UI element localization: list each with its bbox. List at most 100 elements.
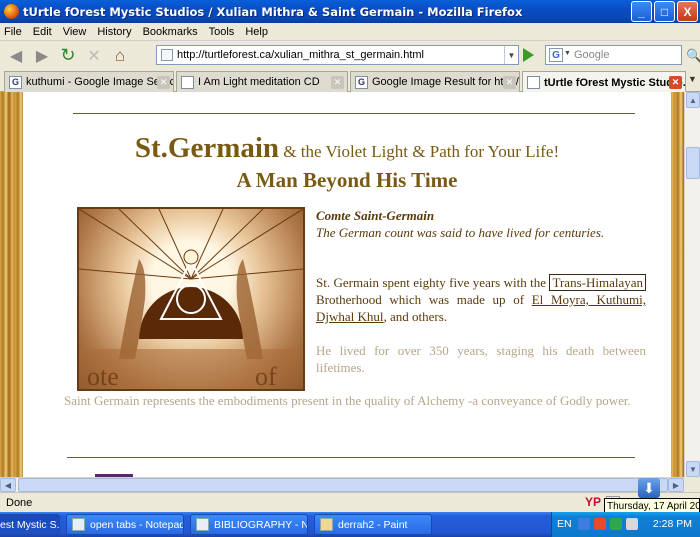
search-engine-dropdown-icon[interactable]: ▼ [564,50,571,57]
search-input[interactable]: G ▼ Google [545,45,682,65]
horizontal-scroll-thumb[interactable] [18,478,668,492]
notepad-icon [72,518,85,531]
menu-view[interactable]: View [63,26,87,38]
tab-label: tUrtle fOrest Mystic Studio... [544,76,686,89]
vertical-scrollbar[interactable]: ▲ ▼ [684,92,700,477]
system-tray: EN 2:28 PM [551,512,700,537]
yp-addon-icon[interactable]: YP [585,495,601,509]
menu-file[interactable]: File [4,26,22,38]
tab-google-image-result[interactable]: G Google Image Result for http:/... ✕ [350,71,520,92]
tab-close-icon[interactable]: ✕ [331,76,344,89]
tab-bar: G kuthumi - Google Image Search ✕ I Am L… [0,70,700,93]
tray-app-icon[interactable] [578,518,590,530]
tab-kuthumi[interactable]: G kuthumi - Google Image Search ✕ [4,71,174,92]
stop-icon[interactable]: ✕ [82,44,106,68]
tab-turtle-forest[interactable]: tUrtle fOrest Mystic Studio... ✕ [522,71,686,93]
tab-close-icon[interactable]: ✕ [157,76,170,89]
brotherhood-text-3: , and others. [383,309,448,324]
page-subheading: A Man Beyond His Time [236,168,458,192]
svg-text:ote: ote [87,362,119,389]
comte-title: Comte Saint-Germain [316,208,435,223]
notepad-icon [196,518,209,531]
comte-paragraph: The German count was said to have lived … [316,225,605,240]
horizontal-scrollbar[interactable]: ◀ ▶ [0,477,684,492]
google-tab-icon: G [355,75,368,89]
top-divider [73,113,635,114]
brotherhood-text-2: Brotherhood which was made up of [316,292,532,307]
tray-security-icon[interactable] [594,518,606,530]
status-bar: Done YP [0,492,700,512]
lifetimes-paragraph: He lived for over 350 years, staging his… [316,343,646,375]
page-tab-icon [527,76,540,89]
page-tab-icon [181,75,194,89]
alchemy-engraving-drawing: ote of [79,209,303,389]
menu-edit[interactable]: Edit [33,26,52,38]
google-icon[interactable]: G [549,48,563,62]
menu-tools[interactable]: Tools [209,26,235,38]
minimize-button[interactable]: _ [631,1,652,22]
brotherhood-paragraph: St. Germain spent eighty five years with… [316,274,646,325]
page-viewport: St.Germain & the Violet Light & Path for… [0,92,684,477]
window-controls: _ □ X [631,1,698,22]
task-notepad-bibliography[interactable]: BIBLIOGRAPHY - Not... [190,514,308,535]
scroll-up-icon[interactable]: ▲ [686,92,700,108]
reload-icon[interactable]: ↻ [56,44,80,68]
trans-himalayan-link[interactable]: Trans-Himalayan [549,274,646,291]
firefox-icon [4,4,19,19]
brotherhood-text-1: St. Germain spent eighty five years with… [316,275,550,290]
task-firefox[interactable]: est Mystic S... [0,514,60,535]
tab-list-icon[interactable]: ▼ [688,74,697,84]
task-label: open tabs - Notepad [90,518,184,531]
search-icon[interactable]: 🔍 [686,48,700,64]
close-button[interactable]: X [677,1,698,22]
alchemy-engraving-image: ote of [77,207,305,391]
google-tab-icon: G [9,75,22,89]
page-icon [161,49,173,61]
task-label: BIBLIOGRAPHY - Not... [214,518,307,531]
paint-icon [320,518,333,531]
forward-icon[interactable]: ▶ [30,44,54,68]
tab-close-icon[interactable]: ✕ [503,76,516,89]
home-icon[interactable]: ⌂ [108,44,132,68]
search-placeholder: Google [574,49,610,61]
scroll-down-icon[interactable]: ▼ [686,461,700,477]
url-bar[interactable]: http://turtleforest.ca/xulian_mithra_st_… [156,45,519,65]
go-icon[interactable] [523,48,534,62]
task-notepad-open-tabs[interactable]: open tabs - Notepad [66,514,184,535]
menu-history[interactable]: History [97,26,131,38]
tray-network-icon[interactable] [610,518,622,530]
download-icon[interactable]: ⬇ [638,478,660,498]
heading-st-germain: St.Germain [134,132,280,164]
clock[interactable]: 2:28 PM [653,518,692,530]
tab-i-am-light[interactable]: I Am Light meditation CD ✕ [176,71,348,92]
embodiments-paragraph: Saint Germain represents the embodiments… [64,393,631,408]
task-label: est Mystic S... [0,518,60,531]
bottom-divider [67,457,635,458]
heading-tagline: & the Violet Light & Path for Your Life! [279,142,560,161]
svg-text:of: of [255,362,277,389]
task-paint[interactable]: derrah2 - Paint [314,514,432,535]
page-content: St.Germain & the Violet Light & Path for… [23,92,671,477]
vertical-scroll-thumb[interactable] [686,147,700,179]
maximize-button[interactable]: □ [654,1,675,22]
language-indicator[interactable]: EN [557,518,572,530]
tray-volume-icon[interactable] [626,518,638,530]
title-bar: tUrtle fOrest Mystic Studios / Xulian Mi… [0,0,700,23]
windows-taskbar: est Mystic S... open tabs - Notepad BIBL… [0,512,700,537]
scroll-right-icon[interactable]: ▶ [668,478,684,492]
status-text: Done [6,496,33,509]
scroll-left-icon[interactable]: ◀ [0,478,16,492]
url-dropdown-icon[interactable]: ▼ [504,46,518,64]
url-text: http://turtleforest.ca/xulian_mithra_st_… [177,49,425,61]
task-label: derrah2 - Paint [338,518,408,531]
tab-label: kuthumi - Google Image Search [26,76,174,88]
tab-label: Google Image Result for http:/... [372,76,520,88]
window-title: tUrtle fOrest Mystic Studios / Xulian Mi… [23,4,523,19]
back-icon[interactable]: ◀ [4,44,28,68]
tab-label: I Am Light meditation CD [198,76,320,88]
menu-help[interactable]: Help [245,26,268,38]
navigation-toolbar: ◀ ▶ ↻ ✕ ⌂ http://turtleforest.ca/xulian_… [0,41,700,70]
menu-bar: File Edit View History Bookmarks Tools H… [0,23,700,41]
menu-bookmarks[interactable]: Bookmarks [143,26,198,38]
tab-close-icon[interactable]: ✕ [669,76,682,89]
